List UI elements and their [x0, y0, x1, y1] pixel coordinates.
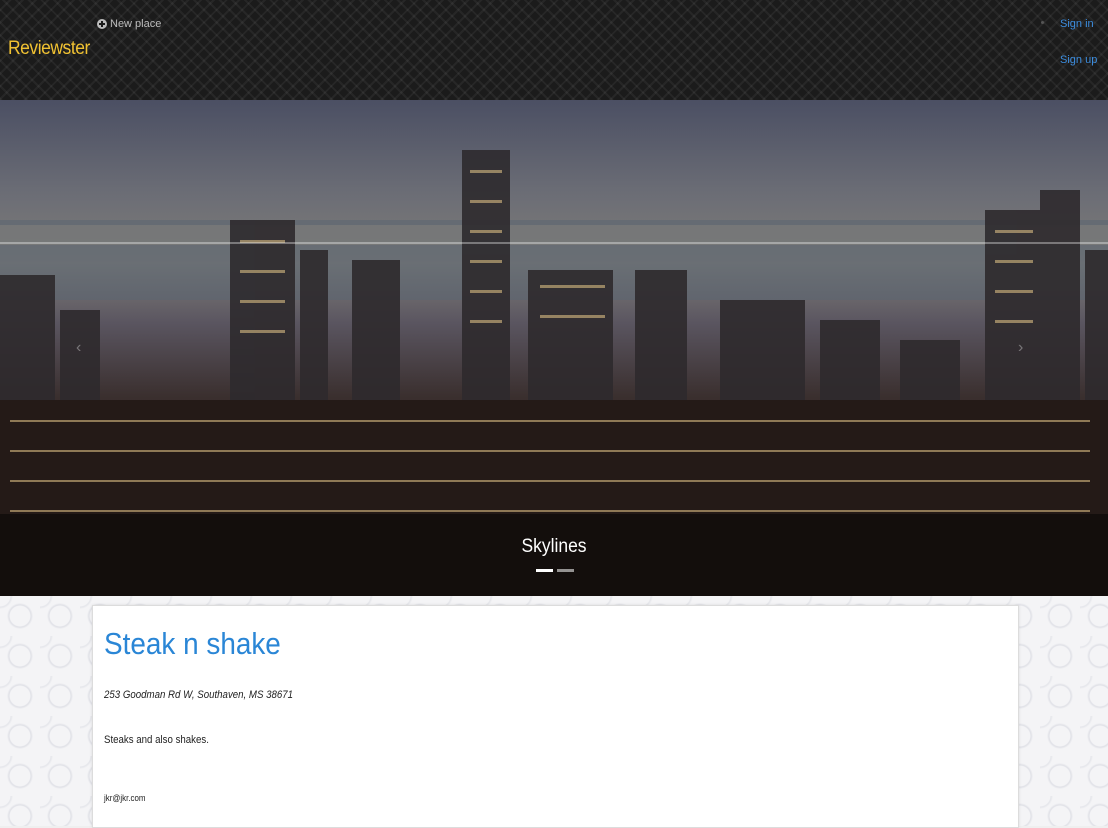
brand-logo-link[interactable]: Reviewster [8, 38, 90, 60]
new-place-link[interactable]: New place [97, 18, 161, 30]
hero-carousel: ‹ › Skylines [0, 100, 1108, 596]
place-card: Steak n shake 253 Goodman Rd W, Southave… [92, 605, 1019, 828]
navbar: Reviewster New place Sign in Sign up [0, 0, 1108, 100]
place-description: Steaks and also shakes. [104, 734, 209, 746]
carousel-next-icon[interactable]: › [1018, 340, 1032, 356]
divider-dot [1041, 21, 1044, 24]
sign-up-link[interactable]: Sign up [1060, 54, 1097, 66]
place-email: jkr@jkr.com [104, 793, 146, 803]
place-name: Steak n shake [104, 626, 281, 661]
carousel-prev-icon[interactable]: ‹ [76, 340, 90, 356]
carousel-caption: Skylines [521, 536, 587, 557]
new-place-label: New place [110, 18, 162, 30]
place-address: 253 Goodman Rd W, Southaven, MS 38671 [104, 689, 294, 701]
sign-in-link[interactable]: Sign in [1060, 18, 1094, 30]
carousel-indicators [536, 569, 574, 572]
carousel-indicator-1[interactable] [536, 569, 553, 572]
plus-circle-icon [97, 19, 107, 29]
carousel-indicator-2[interactable] [557, 569, 574, 572]
